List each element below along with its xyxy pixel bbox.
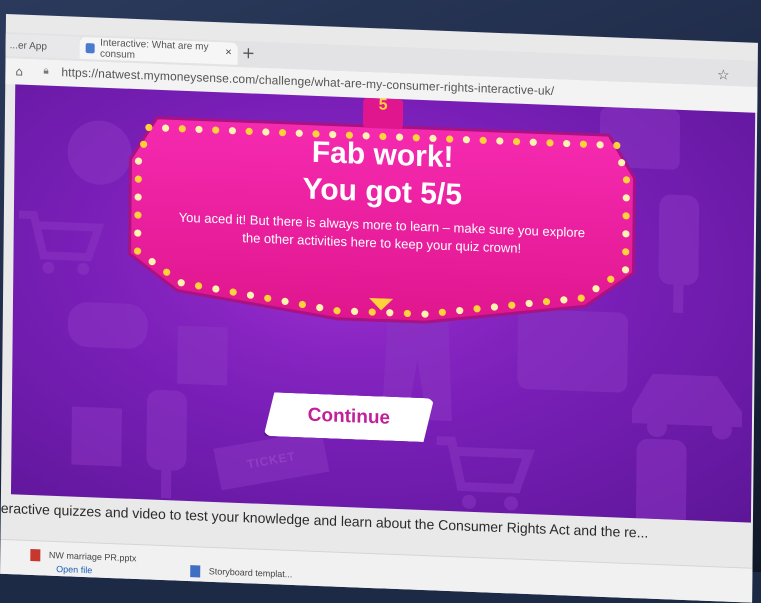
ice-lolly-icon xyxy=(658,194,700,314)
browser-window: ...er App Interactive: What are my consu… xyxy=(0,14,758,603)
downloads-bar: NW marriage PR.pptx Open file Storyboard… xyxy=(0,538,753,603)
continue-button[interactable]: Continue xyxy=(264,392,434,443)
site-favicon-icon xyxy=(85,43,96,54)
favorites-icon[interactable]: ☆ xyxy=(717,67,730,83)
download-item[interactable]: NW marriage PR.pptx xyxy=(30,548,137,565)
tab-label: Interactive: What are my consum xyxy=(99,37,209,61)
pptx-file-icon xyxy=(30,548,41,562)
result-sign: 5 Fab work! You got 5/5 You aced it! But… xyxy=(125,89,639,337)
car-icon xyxy=(631,373,743,440)
tab-previous[interactable]: ...er App xyxy=(5,33,80,59)
tab-label: ...er App xyxy=(9,39,47,53)
ticket-label: TICKET xyxy=(245,449,297,472)
ice-lolly-icon xyxy=(635,438,687,523)
download-name: NW marriage PR.pptx xyxy=(48,550,137,564)
lock-icon: 🔒︎ xyxy=(43,65,49,77)
download-item[interactable]: Storyboard templat... xyxy=(190,565,292,581)
open-file-link[interactable]: Open file xyxy=(56,564,92,575)
download-name: Storyboard templat... xyxy=(208,566,293,580)
ticket-icon: TICKET xyxy=(213,430,330,491)
tab-active[interactable]: Interactive: What are my consum × xyxy=(79,36,238,65)
shopping-cart-icon xyxy=(18,210,105,275)
new-tab-button[interactable]: + xyxy=(242,43,256,63)
home-icon[interactable]: ⌂ xyxy=(15,64,23,78)
ice-lolly-icon xyxy=(146,389,187,499)
grocery-bag-icon xyxy=(71,406,122,467)
close-tab-icon[interactable]: × xyxy=(225,46,232,58)
question-number: 5 xyxy=(378,96,388,114)
monitor-bezel: ...er App Interactive: What are my consu… xyxy=(0,0,761,603)
basketball-icon xyxy=(67,120,132,185)
shopping-cart-icon xyxy=(436,436,535,511)
quiz-game-area: TICKET 5 Fab work! You got 5/5 You aced … xyxy=(10,84,756,523)
doc-file-icon xyxy=(190,565,201,578)
